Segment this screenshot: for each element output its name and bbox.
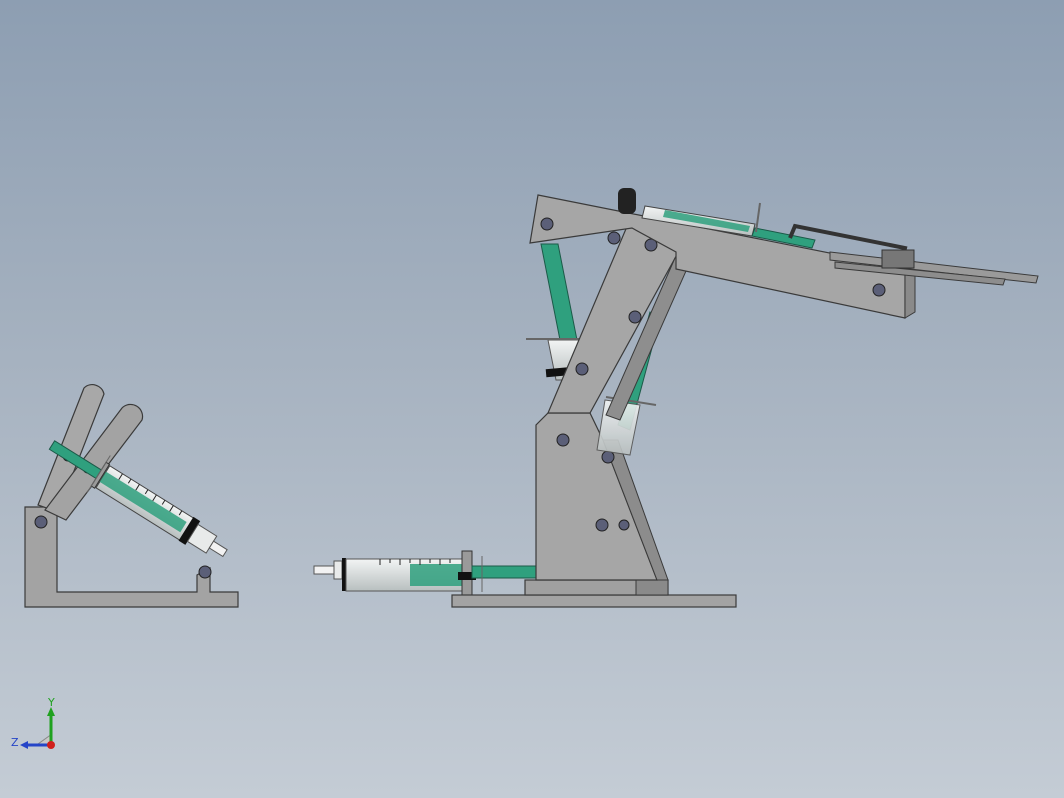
x-axis-dot xyxy=(47,741,55,749)
column-hole-low-2 xyxy=(618,519,630,531)
support-column[interactable] xyxy=(535,412,658,581)
boom-hole-1 xyxy=(540,217,554,231)
robot-arm-model[interactable] xyxy=(0,0,1064,798)
left-roller-hole xyxy=(198,565,212,579)
orientation-triad[interactable]: Y Z xyxy=(8,696,72,760)
column-hole-low xyxy=(595,518,609,532)
boom-hole-2 xyxy=(607,231,621,245)
base-plate[interactable] xyxy=(451,594,737,608)
left-base-bracket[interactable] xyxy=(24,506,239,608)
main-arm-assembly[interactable] xyxy=(451,188,1039,608)
left-bracket-hole xyxy=(34,515,48,529)
z-axis-label: Z xyxy=(11,736,19,749)
left-gripper-assembly[interactable] xyxy=(24,384,239,608)
boom-hole-3 xyxy=(872,283,886,297)
z-axis-arrow xyxy=(20,741,28,749)
y-axis-label: Y xyxy=(47,696,55,709)
middle-syringe[interactable] xyxy=(313,550,538,597)
column-hole-top xyxy=(556,433,570,447)
arm-hole-3 xyxy=(575,362,589,376)
arm-hole-2 xyxy=(628,310,642,324)
cad-viewport[interactable]: Y Z xyxy=(0,0,1064,798)
